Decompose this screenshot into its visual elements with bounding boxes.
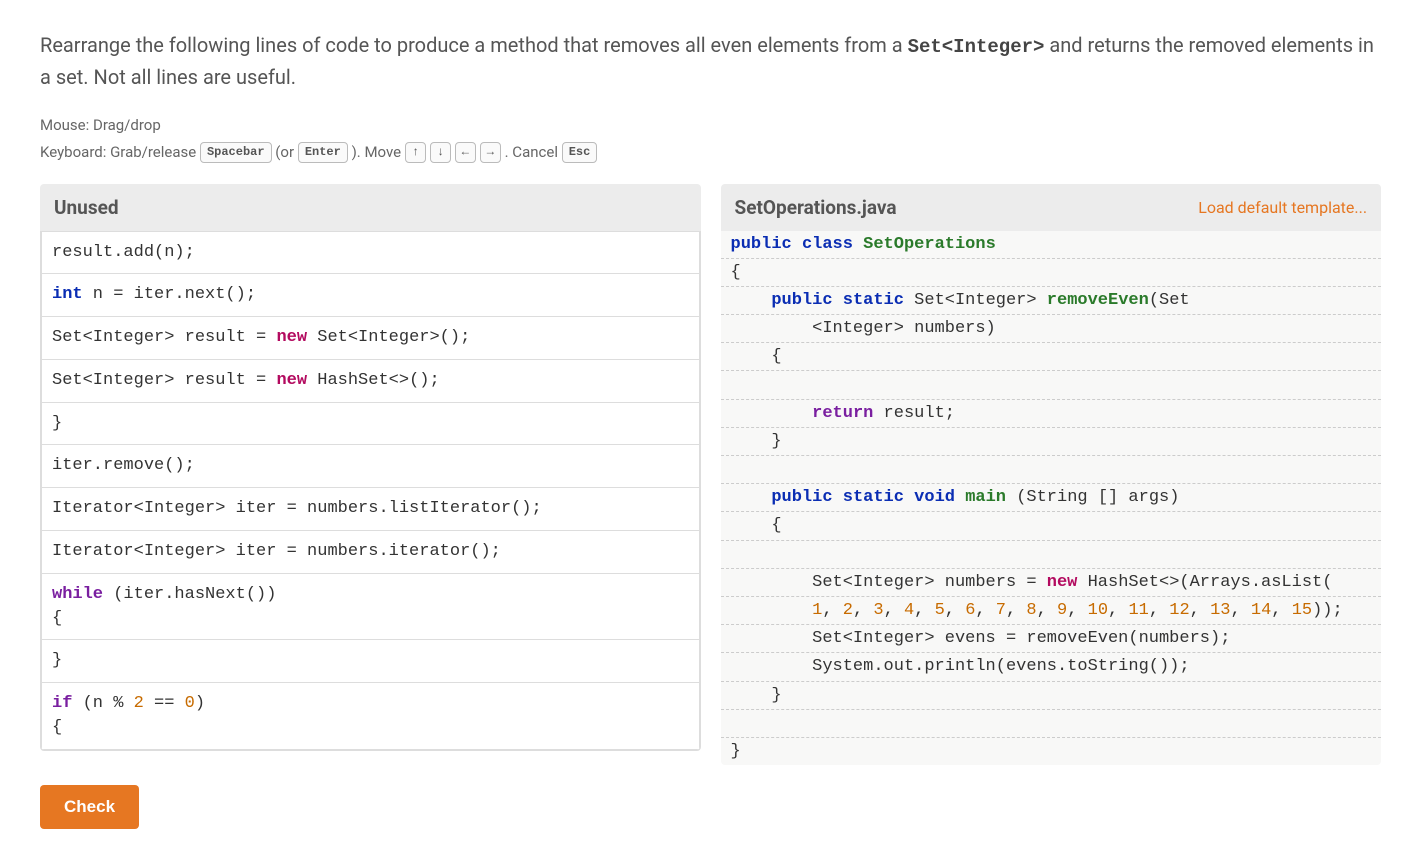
code-line[interactable]: Set<Integer> numbers = new HashSet<>(Arr…: [721, 569, 1382, 597]
kbd-enter: Enter: [298, 142, 348, 163]
code-line: public class SetOperations: [721, 231, 1382, 258]
code-tile[interactable]: result.add(n);: [41, 231, 700, 275]
check-button[interactable]: Check: [40, 785, 139, 829]
kbd-spacebar: Spacebar: [200, 142, 272, 163]
code-line[interactable]: System.out.println(evens.toString());: [721, 653, 1382, 681]
prompt-pre: Rearrange the following lines of code to…: [40, 33, 908, 57]
code-line[interactable]: <Integer> numbers): [721, 315, 1382, 343]
code-line[interactable]: {: [721, 258, 1382, 287]
kbd-left: ←: [455, 142, 476, 163]
code-editor[interactable]: public class SetOperations{ public stati…: [721, 231, 1382, 766]
code-tile[interactable]: }: [41, 639, 700, 683]
code-line[interactable]: [721, 456, 1382, 484]
code-tile[interactable]: Iterator<Integer> iter = numbers.listIte…: [41, 487, 700, 531]
unused-tile-list[interactable]: result.add(n);int n = iter.next();Set<In…: [40, 231, 701, 751]
kbd-right: →: [480, 142, 501, 163]
unused-column: Unused result.add(n);int n = iter.next()…: [40, 184, 701, 751]
code-line[interactable]: Set<Integer> evens = removeEven(numbers)…: [721, 625, 1382, 653]
code-line[interactable]: {: [721, 343, 1382, 371]
code-line[interactable]: [721, 371, 1382, 399]
editor-filename: SetOperations.java: [735, 196, 897, 219]
load-default-template-link[interactable]: Load default template...: [1198, 198, 1367, 217]
code-tile[interactable]: while (iter.hasNext()) {: [41, 573, 700, 641]
code-line[interactable]: [721, 541, 1382, 569]
code-line[interactable]: public static Set<Integer> removeEven(Se…: [721, 287, 1382, 315]
code-tile[interactable]: Set<Integer> result = new HashSet<>();: [41, 359, 700, 403]
code-tile[interactable]: int n = iter.next();: [41, 273, 700, 317]
code-line[interactable]: }: [721, 428, 1382, 456]
code-tile[interactable]: iter.remove();: [41, 444, 700, 488]
code-line: }: [721, 738, 1382, 765]
code-line[interactable]: 1, 2, 3, 4, 5, 6, 7, 8, 9, 10, 11, 12, 1…: [721, 597, 1382, 625]
code-line[interactable]: {: [721, 512, 1382, 540]
code-line[interactable]: [721, 710, 1382, 738]
code-line[interactable]: }: [721, 682, 1382, 710]
exercise-prompt: Rearrange the following lines of code to…: [40, 30, 1388, 92]
kbd-down: ↓: [430, 142, 451, 163]
code-line[interactable]: public static void main (String [] args): [721, 484, 1382, 512]
prompt-code: Set<Integer>: [908, 36, 1045, 58]
code-tile[interactable]: Set<Integer> result = new Set<Integer>()…: [41, 316, 700, 360]
code-tile[interactable]: }: [41, 402, 700, 446]
code-line[interactable]: return result;: [721, 400, 1382, 428]
unused-header: Unused: [40, 184, 701, 231]
code-tile[interactable]: Iterator<Integer> iter = numbers.iterato…: [41, 530, 700, 574]
editor-header: SetOperations.java Load default template…: [721, 184, 1382, 231]
kbd-up: ↑: [405, 142, 426, 163]
kbd-esc: Esc: [562, 142, 598, 163]
code-tile[interactable]: if (n % 2 == 0) {: [41, 682, 700, 750]
editor-column: SetOperations.java Load default template…: [721, 184, 1382, 766]
keyboard-instructions: Mouse: Drag/drop Keyboard: Grab/release …: [40, 112, 1388, 166]
